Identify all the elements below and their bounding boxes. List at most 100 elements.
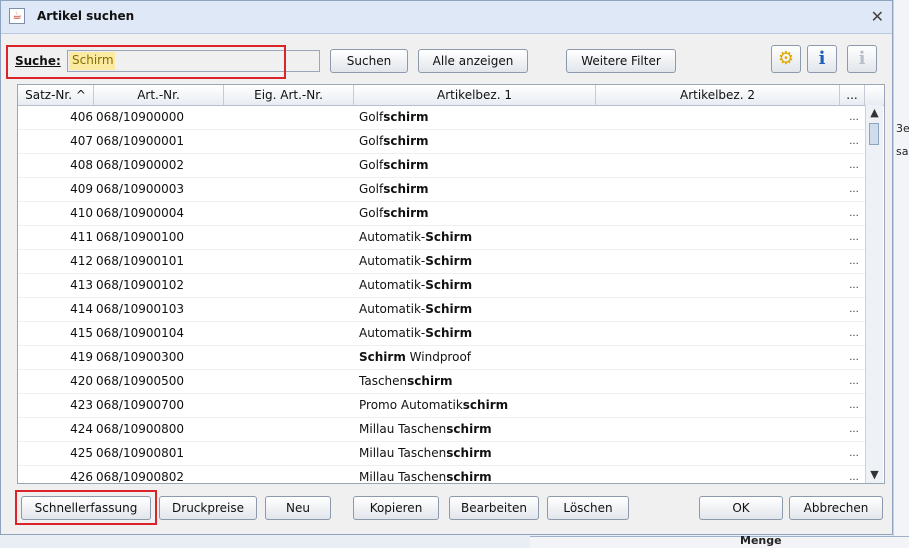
bez-prefix: Millau Taschen bbox=[359, 446, 447, 460]
bez-suffix: Windproof bbox=[405, 350, 472, 364]
info-icon: i bbox=[818, 48, 826, 69]
table-row[interactable]: 411 068/10900100 Automatik-Schirm... bbox=[18, 226, 868, 250]
settings-button[interactable]: ⚙ bbox=[771, 45, 801, 73]
row-options-button[interactable]: ... bbox=[848, 298, 860, 321]
bez-prefix: Golf bbox=[359, 134, 384, 148]
row-options-button[interactable]: ... bbox=[848, 178, 860, 201]
search-button[interactable]: Suchen bbox=[330, 49, 408, 73]
table-row[interactable]: 424 068/10900800 Millau Taschenschirm... bbox=[18, 418, 868, 442]
table-row[interactable]: 413 068/10900102 Automatik-Schirm... bbox=[18, 274, 868, 298]
table-row[interactable]: 412 068/10900101 Automatik-Schirm... bbox=[18, 250, 868, 274]
column-artikelbez-1[interactable]: Artikelbez. 1 bbox=[354, 85, 596, 105]
cell-artikelbez-1: Automatik-Schirm bbox=[359, 322, 599, 345]
row-options-button[interactable]: ... bbox=[848, 226, 860, 249]
cell-artikelbez-1: Golfschirm bbox=[359, 130, 599, 153]
table-body: 406 068/10900000 Golfschirm... 407 068/10900… bbox=[18, 106, 868, 484]
row-options-button[interactable]: ... bbox=[848, 346, 860, 369]
cell-satz-nr: 409 bbox=[70, 182, 93, 196]
column-eig-art-nr[interactable]: Eig. Art.-Nr. bbox=[224, 85, 354, 105]
cell-satz-nr: 420 bbox=[70, 374, 93, 388]
table-row[interactable]: 407 068/10900001 Golfschirm... bbox=[18, 130, 868, 154]
scroll-up-icon[interactable]: ▲ bbox=[866, 105, 883, 121]
column-artikelbez-2[interactable]: Artikelbez. 2 bbox=[596, 85, 840, 105]
more-filters-button[interactable]: Weitere Filter bbox=[566, 49, 676, 73]
cell-artikelbez-1: Promo Automatikschirm bbox=[359, 394, 599, 417]
table-header: Satz-Nr. ^ Art.-Nr. Eig. Art.-Nr. Artike… bbox=[18, 85, 884, 106]
delete-button[interactable]: Löschen bbox=[547, 496, 629, 520]
background-window bbox=[893, 0, 909, 547]
cell-artikelbez-1: Golfschirm bbox=[359, 202, 599, 225]
scrollbar-thumb[interactable] bbox=[869, 123, 879, 145]
table-row[interactable]: 410 068/10900004 Golfschirm... bbox=[18, 202, 868, 226]
row-options-button[interactable]: ... bbox=[848, 250, 860, 273]
row-options-button[interactable]: ... bbox=[848, 274, 860, 297]
bez-prefix: Golf bbox=[359, 182, 384, 196]
article-table: Satz-Nr. ^ Art.-Nr. Eig. Art.-Nr. Artike… bbox=[17, 84, 885, 484]
bez-match: schirm bbox=[446, 470, 492, 484]
bez-match: Schirm bbox=[425, 278, 473, 292]
cell-satz-nr: 408 bbox=[70, 158, 93, 172]
row-options-button[interactable]: ... bbox=[848, 442, 860, 465]
row-options-button[interactable]: ... bbox=[848, 202, 860, 225]
cell-satz-nr: 412 bbox=[70, 254, 93, 268]
cell-art-nr: 068/10900000 bbox=[96, 110, 185, 124]
quick-entry-button[interactable]: Schnellerfassung bbox=[21, 496, 151, 520]
cell-artikelbez-1: Schirm Windproof bbox=[359, 346, 599, 369]
cell-art-nr: 068/10900004 bbox=[96, 206, 185, 220]
row-options-button[interactable]: ... bbox=[848, 394, 860, 417]
bez-match: schirm bbox=[446, 446, 492, 460]
bez-match: schirm bbox=[407, 374, 453, 388]
new-button[interactable]: Neu bbox=[265, 496, 331, 520]
table-row[interactable]: 425 068/10900801 Millau Taschenschirm... bbox=[18, 442, 868, 466]
column-art-nr[interactable]: Art.-Nr. bbox=[94, 85, 224, 105]
dialog-title: Artikel suchen bbox=[37, 9, 135, 23]
table-row[interactable]: 414 068/10900103 Automatik-Schirm... bbox=[18, 298, 868, 322]
cell-satz-nr: 414 bbox=[70, 302, 93, 316]
table-row[interactable]: 426 068/10900802 Millau Taschenschirm... bbox=[18, 466, 868, 484]
table-row[interactable]: 408 068/10900002 Golfschirm... bbox=[18, 154, 868, 178]
bez-match: Schirm bbox=[425, 302, 473, 316]
info-disabled-icon: i bbox=[858, 48, 866, 69]
table-row[interactable]: 415 068/10900104 Automatik-Schirm... bbox=[18, 322, 868, 346]
row-options-button[interactable]: ... bbox=[848, 106, 860, 129]
background-footer bbox=[530, 536, 909, 548]
search-label: Suche: bbox=[15, 54, 61, 68]
row-options-button[interactable]: ... bbox=[848, 418, 860, 441]
bez-match: Schirm bbox=[425, 326, 473, 340]
table-row[interactable]: 420 068/10900500 Taschenschirm... bbox=[18, 370, 868, 394]
cancel-button[interactable]: Abbrechen bbox=[789, 496, 883, 520]
scroll-down-icon[interactable]: ▼ bbox=[866, 467, 883, 483]
table-row[interactable]: 423 068/10900700 Promo Automatikschirm... bbox=[18, 394, 868, 418]
bez-match: schirm bbox=[462, 398, 509, 412]
row-options-button[interactable]: ... bbox=[848, 370, 860, 393]
cell-artikelbez-1: Automatik-Schirm bbox=[359, 226, 599, 249]
row-options-button[interactable]: ... bbox=[848, 466, 860, 483]
table-row[interactable]: 409 068/10900003 Golfschirm... bbox=[18, 178, 868, 202]
java-app-icon: ☕ bbox=[9, 8, 25, 24]
cell-art-nr: 068/10900801 bbox=[96, 446, 185, 460]
column-options[interactable]: ... bbox=[840, 85, 865, 105]
cell-art-nr: 068/10900100 bbox=[96, 230, 185, 244]
edit-button[interactable]: Bearbeiten bbox=[449, 496, 539, 520]
print-prices-button[interactable]: Druckpreise bbox=[159, 496, 257, 520]
close-icon[interactable]: ✕ bbox=[871, 7, 884, 26]
table-row[interactable]: 406 068/10900000 Golfschirm... bbox=[18, 106, 868, 130]
show-all-button[interactable]: Alle anzeigen bbox=[418, 49, 528, 73]
table-row[interactable]: 419 068/10900300 Schirm Windproof... bbox=[18, 346, 868, 370]
info-button[interactable]: i bbox=[807, 45, 837, 73]
gear-icon: ⚙ bbox=[777, 48, 795, 69]
vertical-scrollbar[interactable]: ▲ ▼ bbox=[865, 105, 883, 483]
cell-satz-nr: 410 bbox=[70, 206, 93, 220]
cell-artikelbez-1: Taschenschirm bbox=[359, 370, 599, 393]
ok-button[interactable]: OK bbox=[699, 496, 783, 520]
bez-prefix: Golf bbox=[359, 158, 384, 172]
row-options-button[interactable]: ... bbox=[848, 154, 860, 177]
search-input[interactable]: Schirm bbox=[67, 50, 320, 72]
row-options-button[interactable]: ... bbox=[848, 130, 860, 153]
cell-artikelbez-1: Golfschirm bbox=[359, 154, 599, 177]
copy-button[interactable]: Kopieren bbox=[353, 496, 439, 520]
column-satz-nr[interactable]: Satz-Nr. ^ bbox=[18, 85, 94, 105]
cell-satz-nr: 419 bbox=[70, 350, 93, 364]
row-options-button[interactable]: ... bbox=[848, 322, 860, 345]
bez-prefix: Golf bbox=[359, 110, 384, 124]
